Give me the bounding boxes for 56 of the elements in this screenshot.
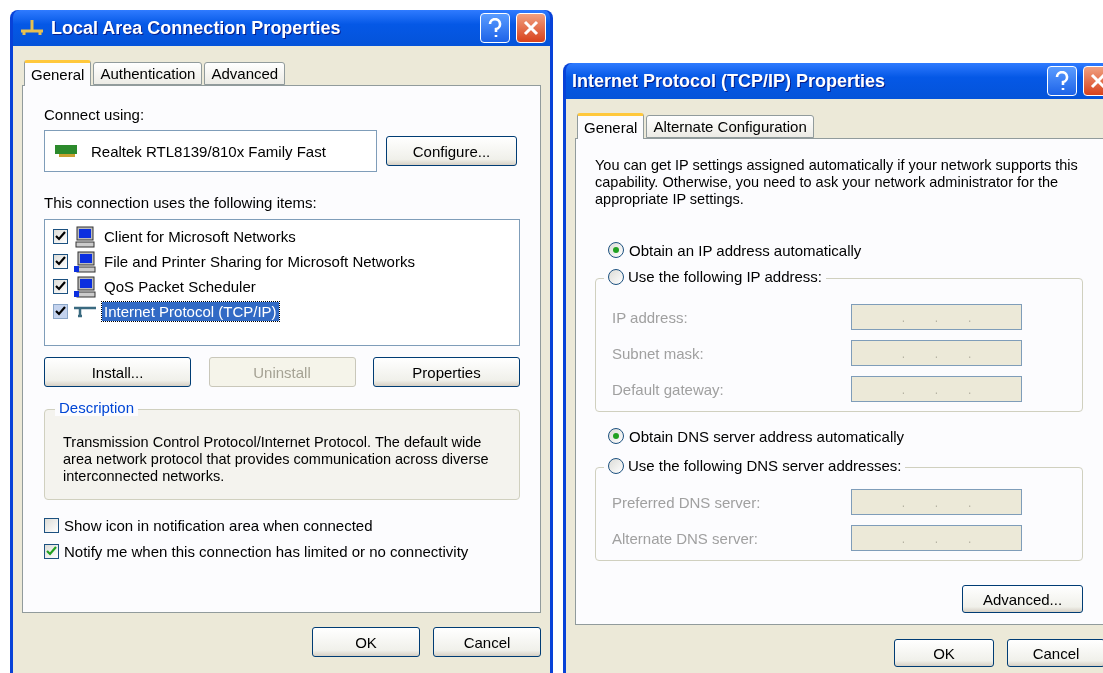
field-label: Subnet mask: — [612, 344, 704, 362]
section-label: This connection uses the following items: — [44, 194, 318, 211]
intro-text: You can get IP settings assigned automatically if your network supports this capability. Otherwise, you need to ask your network administrator for the appropriate IP settings. — [595, 157, 1079, 208]
group-legend: Description — [55, 399, 139, 416]
question-mark-icon — [487, 18, 503, 38]
list-item[interactable]: Internet Protocol (TCP/IP) — [102, 302, 279, 321]
list-item[interactable]: QoS Packet Scheduler — [102, 277, 258, 296]
help-button[interactable] — [480, 13, 510, 43]
advanced-button[interactable]: Advanced... — [962, 585, 1083, 613]
radio-button[interactable] — [608, 457, 624, 474]
list-action-button[interactable]: Install... — [44, 357, 191, 387]
computer-icon — [74, 250, 96, 273]
window-title: Local Area Connection Properties — [51, 17, 342, 39]
tab[interactable]: General — [577, 113, 645, 139]
radio-button[interactable] — [608, 428, 624, 444]
checkbox[interactable] — [53, 304, 68, 319]
radio-button[interactable] — [608, 268, 624, 285]
checkbox[interactable] — [44, 543, 59, 559]
tab[interactable]: Authentication — [93, 62, 203, 85]
computer-icon — [74, 225, 96, 248]
tab[interactable]: Alternate Configuration — [646, 115, 814, 138]
checkbox[interactable] — [53, 279, 68, 294]
checkbox[interactable] — [44, 517, 59, 533]
configure-button[interactable]: Configure... — [386, 136, 517, 166]
field-label: Default gateway: — [612, 380, 724, 398]
field-label: IP address: — [612, 308, 688, 326]
dialog-button[interactable]: Cancel — [1007, 639, 1103, 667]
checkbox-label[interactable]: Show icon in notification area when connected — [64, 516, 373, 534]
question-mark-icon — [1054, 71, 1070, 91]
list-action-button[interactable]: Properties — [373, 357, 520, 387]
dialog-button[interactable]: OK — [312, 627, 420, 657]
tab[interactable]: General — [24, 60, 92, 86]
list-item[interactable]: File and Printer Sharing for Microsoft Networks — [102, 252, 417, 271]
checkbox[interactable] — [53, 229, 68, 244]
radio-label[interactable]: Obtain an IP address automatically — [629, 241, 862, 259]
radio-label[interactable]: Obtain DNS server address automatically — [629, 427, 905, 445]
section-label: Connect using: — [44, 106, 146, 123]
computer-icon — [74, 275, 96, 298]
network-card-icon — [55, 144, 79, 158]
dialog-button[interactable]: Cancel — [433, 627, 541, 657]
help-button[interactable] — [1047, 66, 1077, 96]
field-label: Preferred DNS server: — [612, 493, 761, 511]
checkbox-label[interactable]: Notify me when this connection has limited or no connectivity — [64, 542, 469, 560]
radio-button[interactable] — [608, 242, 624, 258]
list-item[interactable]: Client for Microsoft Networks — [102, 227, 298, 246]
dialog-button[interactable]: OK — [894, 639, 994, 667]
description-text: Transmission Control Protocol/Internet Protocol. The default wide area network protocol that provides communication across diverse interconnected networks. — [63, 434, 490, 485]
close-icon — [523, 20, 539, 36]
close-button[interactable] — [516, 13, 546, 43]
adapter-field: Realtek RTL8139/810x Family Fast — [44, 130, 377, 172]
window-title: Internet Protocol (TCP/IP) Properties — [572, 70, 887, 92]
close-icon — [1090, 73, 1103, 89]
checkbox[interactable] — [53, 254, 68, 269]
network-icon — [19, 19, 45, 37]
field-label: Alternate DNS server: — [612, 529, 758, 547]
tab[interactable]: Advanced — [204, 62, 286, 85]
